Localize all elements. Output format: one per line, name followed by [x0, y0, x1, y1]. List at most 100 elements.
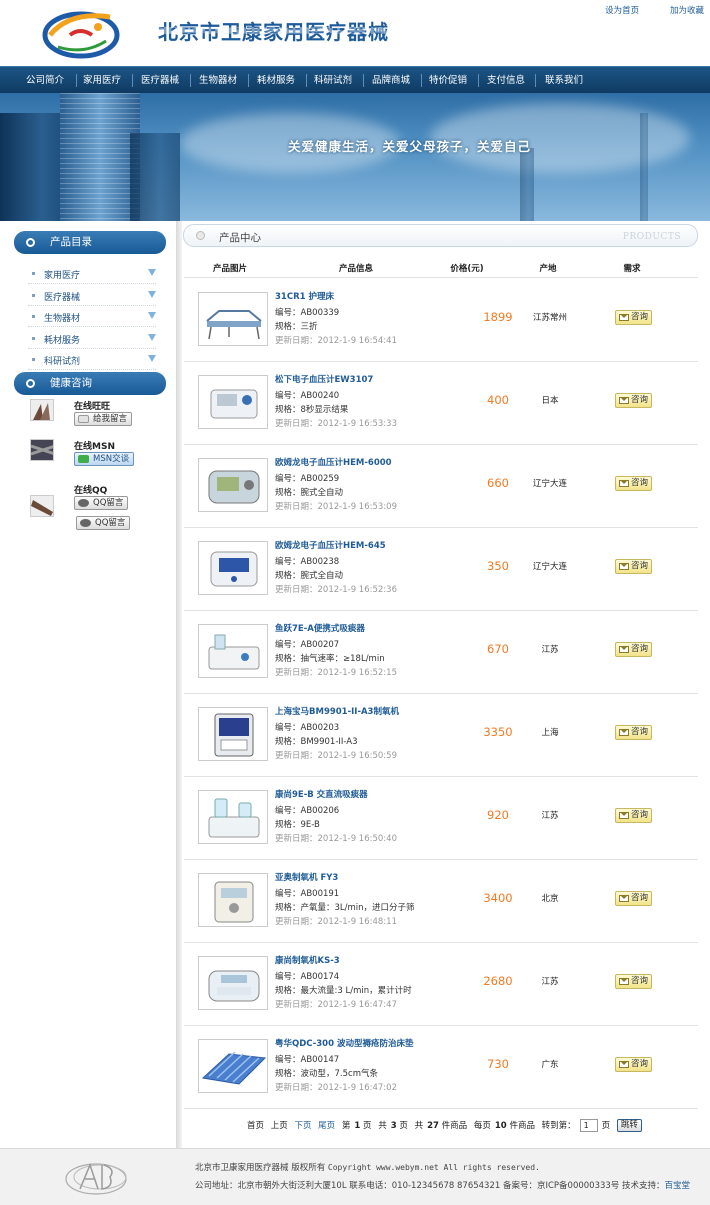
product-image[interactable]: [198, 1039, 268, 1093]
product-image[interactable]: [198, 458, 268, 512]
triangle-down-icon: [148, 334, 156, 341]
msn-chat-button[interactable]: MSN交谈: [74, 452, 135, 466]
code-label: 编号：: [275, 640, 301, 650]
date-value: 2012-1-9 16:50:40: [317, 834, 397, 844]
page-number-input[interactable]: 1: [579, 1119, 598, 1132]
product-name-link[interactable]: 欧姆龙电子血压计HEM-645: [275, 539, 386, 551]
product-name-link[interactable]: 欧姆龙电子血压计HEM-6000: [275, 456, 392, 468]
product-origin: 上海: [541, 728, 559, 738]
consult-button[interactable]: 咨询: [615, 393, 652, 408]
product-origin: 江苏: [541, 811, 559, 821]
product-image[interactable]: [198, 541, 268, 595]
code-label: 编号：: [275, 806, 301, 816]
spec-label: 规格：: [275, 654, 301, 664]
nav-item-consumables[interactable]: 耗材服务: [250, 67, 302, 94]
pager-prev[interactable]: 上页: [271, 1121, 288, 1131]
sidebar-item-medical-devices[interactable]: 医疗器械: [28, 285, 156, 306]
nav-item-about[interactable]: 公司简介: [14, 67, 76, 94]
pager-last[interactable]: 尾页: [318, 1121, 335, 1131]
nav-item-contact[interactable]: 联系我们: [537, 67, 591, 94]
top-links: 设为首页 加为收藏: [577, 4, 704, 16]
button-label: 给我留言: [93, 414, 128, 424]
catalog-title: 产品目录: [50, 236, 92, 248]
nav-item-brand-mall[interactable]: 品牌商城: [365, 67, 417, 94]
consult-label: 咨询: [631, 395, 649, 405]
footer-address: 公司地址：北京市朝外大街泛利大厦10L 联系电话：010-12345678 87…: [195, 1179, 690, 1191]
sidebar-item-bio-equipment[interactable]: 生物器材: [28, 306, 156, 327]
pager-goto-label: 转到第：: [541, 1121, 576, 1131]
consult-button[interactable]: 咨询: [615, 808, 652, 823]
product-name-link[interactable]: 鱼跃7E-A便携式吸痰器: [275, 622, 365, 634]
consult-button[interactable]: 咨询: [615, 642, 652, 657]
spec-label: 规格：: [275, 571, 301, 581]
consult-button[interactable]: 咨询: [615, 891, 652, 906]
nav-divider: [535, 74, 536, 87]
consult-button[interactable]: 咨询: [615, 476, 652, 491]
product-name-link[interactable]: 31CR1 护理床: [275, 290, 334, 302]
pager-text: 页: [601, 1121, 611, 1131]
date-label: 更新日期：: [275, 917, 318, 927]
nav-item-home-medical[interactable]: 家用医疗: [77, 67, 127, 94]
set-home-link[interactable]: 设为首页: [605, 6, 639, 16]
product-image[interactable]: [198, 790, 268, 844]
qq-message-button-2[interactable]: QQ留言: [76, 516, 131, 530]
product-code: 编号：AB00240: [275, 389, 339, 401]
sidebar-item-label: 家用医疗: [44, 271, 81, 281]
spec-label: 规格：: [275, 322, 301, 332]
product-image[interactable]: [198, 873, 268, 927]
consult-button[interactable]: 咨询: [615, 559, 652, 574]
product-image[interactable]: [198, 956, 268, 1010]
product-spec: 规格：9E-B: [275, 818, 320, 830]
site-logo[interactable]: [40, 5, 122, 61]
product-image[interactable]: [198, 624, 268, 678]
product-name-link[interactable]: 康尚制氧机KS-3: [275, 954, 340, 966]
product-image[interactable]: [198, 292, 268, 346]
footer-copyright-text: Copyright www.webym.net All rights reser…: [327, 1163, 540, 1172]
nav-item-bio-equipment[interactable]: 生物器材: [192, 67, 244, 94]
qq-message-button[interactable]: QQ留言: [74, 496, 129, 510]
nav-item-promotions[interactable]: 特价促销: [422, 67, 474, 94]
date-label: 更新日期：: [275, 502, 318, 512]
product-name-link[interactable]: 粤华QDC-300 波动型褥疮防治床垫: [275, 1037, 413, 1049]
consult-button[interactable]: 咨询: [615, 310, 652, 325]
consult-button[interactable]: 咨询: [615, 1057, 652, 1072]
pager-next[interactable]: 下页: [294, 1121, 311, 1131]
product-origin: 辽宁大连: [532, 562, 567, 572]
square-bullet-icon: [32, 358, 35, 361]
sidebar-item-consumables[interactable]: 耗材服务: [28, 328, 156, 349]
product-name-link[interactable]: 松下电子血压计EW3107: [275, 373, 373, 385]
code-value: AB00203: [300, 723, 340, 733]
nav-item-reagents[interactable]: 科研试剂: [307, 67, 359, 94]
nav-item-payment[interactable]: 支付信息: [480, 67, 532, 94]
date-label: 更新日期：: [275, 336, 318, 346]
square-bullet-icon: [32, 337, 35, 340]
pager-text: 件商品: [509, 1121, 535, 1131]
consult-button[interactable]: 咨询: [615, 974, 652, 989]
code-value: AB00147: [300, 1055, 340, 1065]
product-name-link[interactable]: 康尚9E-B 交直流吸痰器: [275, 788, 368, 800]
sidebar-item-reagents[interactable]: 科研试剂: [28, 349, 156, 370]
sidebar-item-home-medical[interactable]: 家用医疗: [28, 263, 156, 284]
product-spec: 规格：腕式全自动: [275, 569, 343, 581]
date-value: 2012-1-9 16:52:15: [317, 668, 397, 678]
product-date: 更新日期：2012-1-9 16:53:33: [275, 417, 397, 429]
wangwang-message-button[interactable]: 给我留言: [74, 412, 133, 426]
nav-item-medical-devices[interactable]: 医疗器械: [134, 67, 186, 94]
pager-go-button[interactable]: 跳转: [616, 1119, 642, 1132]
product-name-link[interactable]: 上海宝马BM9901-II-A3制氧机: [275, 705, 399, 717]
pager-text: 件商品: [441, 1121, 468, 1131]
product-date: 更新日期：2012-1-9 16:52:36: [275, 583, 397, 595]
triangle-down-icon: [148, 355, 156, 362]
col-header-image: 产品图片: [212, 264, 248, 274]
product-code: 编号：AB00147: [275, 1053, 339, 1065]
product-name-link[interactable]: 亚奥制氧机 FY3: [275, 871, 338, 883]
product-image[interactable]: [198, 707, 268, 761]
pager-first[interactable]: 首页: [247, 1121, 264, 1131]
add-favorite-link[interactable]: 加为收藏: [670, 6, 704, 16]
tech-support-link[interactable]: 百宝堂: [665, 1181, 691, 1191]
product-image[interactable]: [198, 375, 268, 429]
consult-button[interactable]: 咨询: [615, 725, 652, 740]
square-bullet-icon: [32, 315, 35, 318]
product-code: 编号：AB00339: [275, 306, 339, 318]
date-value: 2012-1-9 16:48:11: [317, 917, 397, 927]
